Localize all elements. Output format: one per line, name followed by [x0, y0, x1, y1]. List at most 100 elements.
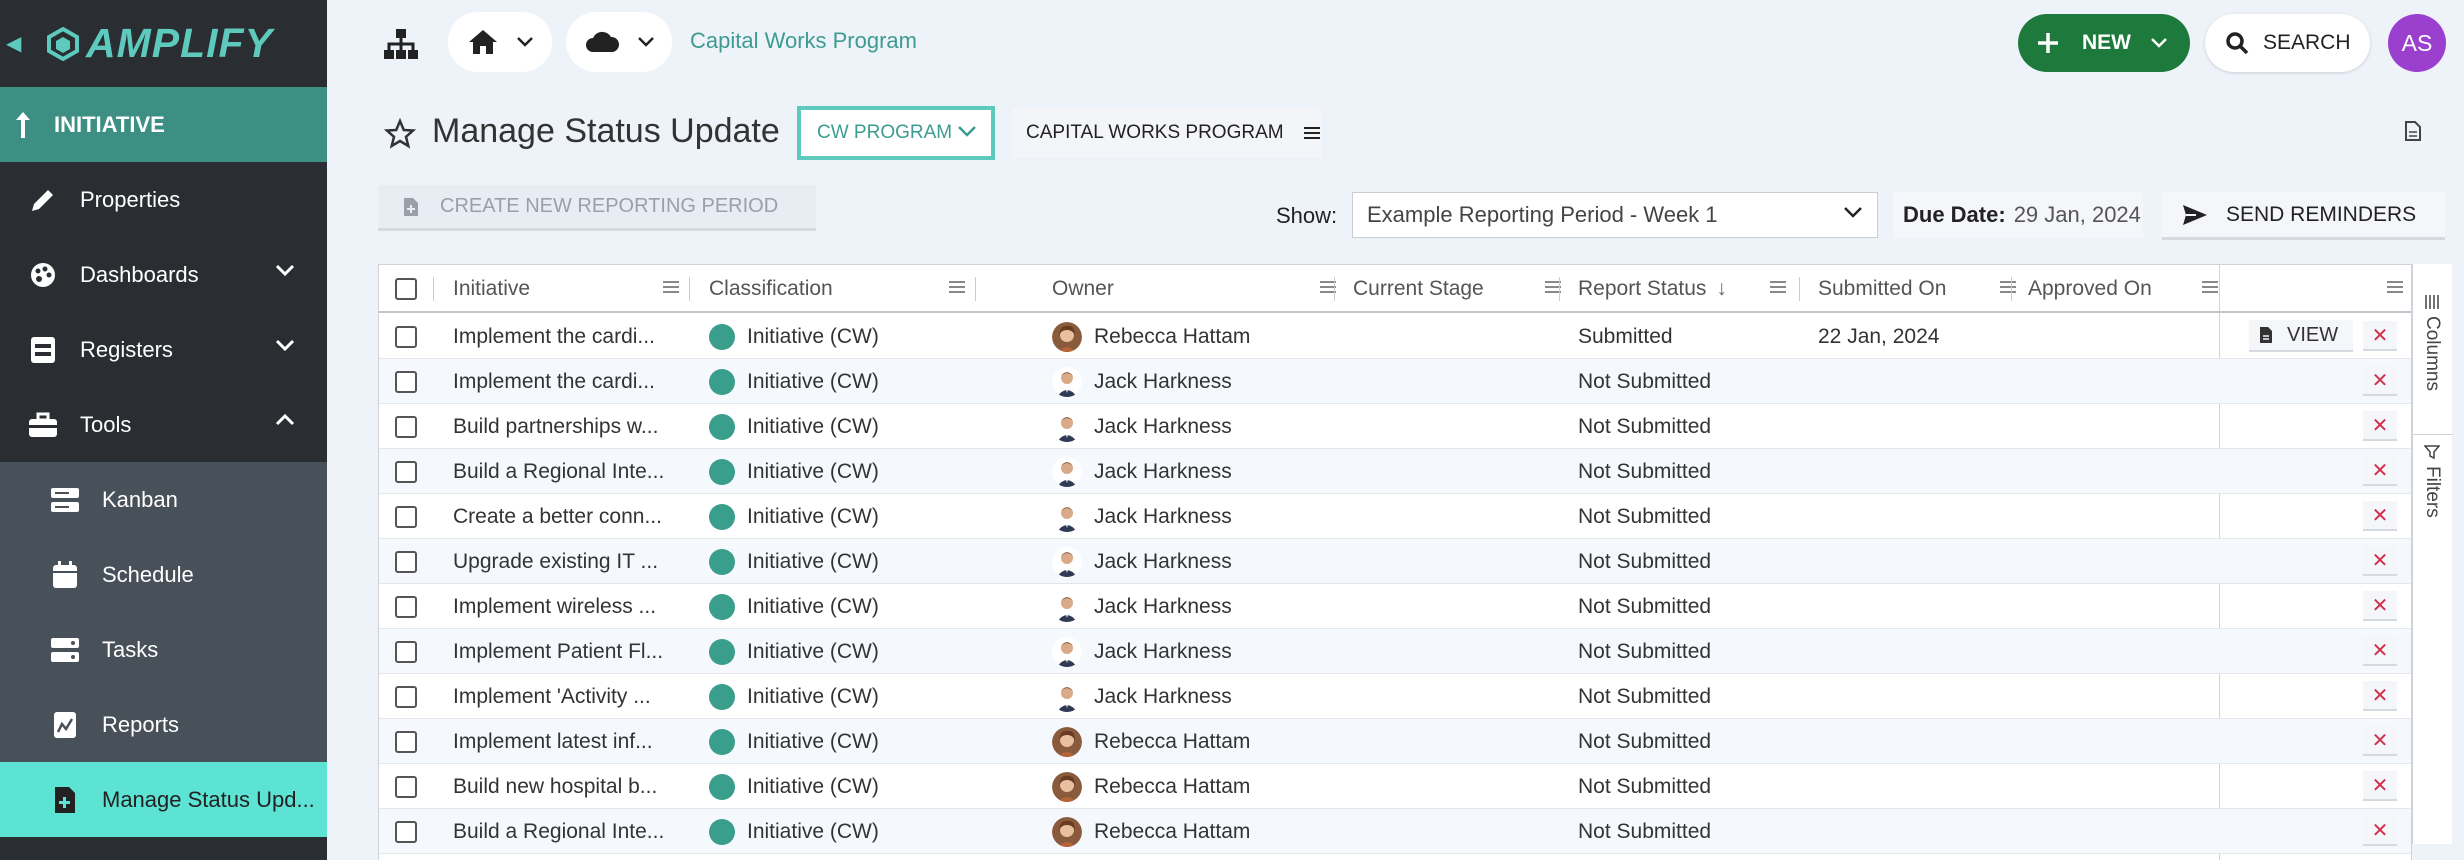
initiative-cell[interactable]: Create a better conn... [453, 494, 683, 539]
table-row[interactable]: Create a better conn... Initiative (CW) Ja… [379, 494, 2411, 539]
column-header-report-status[interactable]: Report Status ↓ [1578, 265, 1796, 313]
table-row[interactable]: Build new hospital b... Initiative (CW) Re… [379, 764, 2411, 809]
view-button[interactable]: VIEW [2249, 320, 2353, 352]
delete-row-button[interactable]: ✕ [2363, 636, 2397, 666]
collapse-sidebar-icon[interactable]: ◀ [6, 31, 46, 56]
table-row[interactable]: Build a Regional Inte... Initiative (CW) J… [379, 449, 2411, 494]
table-row[interactable]: Implement the cardi... Initiative (CW) Jac… [379, 359, 2411, 404]
row-checkbox[interactable] [395, 775, 417, 798]
columns-panel-tab[interactable]: Columns [2421, 294, 2443, 391]
row-checkbox[interactable] [395, 595, 417, 618]
initiative-cell[interactable]: Implement the cardi... [453, 359, 683, 404]
delete-row-button[interactable]: ✕ [2363, 546, 2397, 576]
delete-row-button[interactable]: ✕ [2363, 321, 2397, 351]
initiative-cell[interactable]: Implement Patient Fl... [453, 629, 683, 674]
initiative-cell[interactable]: Implement latest inf... [453, 719, 683, 764]
column-menu-icon[interactable] [663, 280, 679, 294]
sidebar-item-tools[interactable]: Tools [0, 387, 327, 462]
column-header-initiative[interactable]: Initiative [453, 265, 689, 313]
row-checkbox[interactable] [395, 685, 417, 708]
table-row[interactable]: Implement wireless ... Initiative (CW) Jac… [379, 584, 2411, 629]
initiative-cell[interactable]: Build a Regional Inte... [453, 809, 683, 854]
filters-panel-tab[interactable]: Filters [2421, 444, 2443, 518]
column-header-current-stage[interactable]: Current Stage [1353, 265, 1571, 313]
initiative-cell[interactable]: Build partnerships w... [453, 404, 683, 449]
sidebar-item-manage-status-update[interactable]: Manage Status Upd... [0, 762, 327, 837]
delete-row-button[interactable]: ✕ [2363, 681, 2397, 711]
sidebar-item-tasks[interactable]: Tasks [0, 612, 327, 687]
chevron-down-icon [275, 339, 295, 352]
table-row[interactable]: Build a Regional Inte... Initiative (CW) R… [379, 809, 2411, 854]
table-row[interactable]: Implement Patient Fl... Initiative (CW) Ja… [379, 629, 2411, 674]
new-button[interactable]: NEW [2018, 14, 2190, 72]
delete-row-button[interactable]: ✕ [2363, 726, 2397, 756]
column-header-classification[interactable]: Classification [709, 265, 975, 313]
column-header-owner[interactable]: Owner [1052, 265, 1346, 313]
row-select-cell [395, 494, 425, 539]
column-menu-icon[interactable] [1770, 280, 1786, 294]
column-header-submitted-on[interactable]: Submitted On [1818, 265, 2026, 313]
column-menu-icon[interactable] [949, 280, 965, 294]
row-checkbox[interactable] [395, 820, 417, 843]
breadcrumb[interactable]: Capital Works Program [690, 28, 917, 54]
grid-header: Initiative Classification Owner Current … [379, 265, 2411, 313]
columns-tab-label: Columns [2422, 316, 2443, 391]
table-row[interactable]: Upgrade existing IT ... Initiative (CW) Ja… [379, 539, 2411, 584]
row-checkbox[interactable] [395, 415, 417, 438]
select-all-checkbox[interactable] [395, 278, 417, 300]
row-checkbox[interactable] [395, 370, 417, 393]
delete-row-button[interactable]: ✕ [2363, 501, 2397, 531]
cloud-menu-button[interactable] [566, 12, 672, 72]
column-menu-icon[interactable] [2000, 280, 2016, 294]
home-menu-button[interactable] [448, 12, 552, 72]
sidebar-item-reports[interactable]: Reports [0, 687, 327, 762]
column-header-actions[interactable] [2219, 265, 2413, 313]
sidebar-item-kanban[interactable]: Kanban [0, 462, 327, 537]
favorite-star-icon[interactable] [384, 118, 416, 150]
program-select[interactable]: CW PROGRAM [797, 106, 995, 160]
register-icon [26, 333, 60, 367]
delete-row-button[interactable]: ✕ [2363, 771, 2397, 801]
delete-row-button[interactable]: ✕ [2363, 591, 2397, 621]
delete-row-button[interactable]: ✕ [2363, 456, 2397, 486]
initiative-cell[interactable]: Implement wireless ... [453, 584, 683, 629]
submitted-on-cell [1818, 404, 2018, 449]
sidebar-item-dashboards[interactable]: Dashboards [0, 237, 327, 312]
table-row[interactable]: Implement 'Activity ... Initiative (CW) Ja… [379, 674, 2411, 719]
document-export-icon[interactable] [2404, 120, 2422, 142]
row-checkbox[interactable] [395, 505, 417, 528]
sidebar-item-properties[interactable]: Properties [0, 162, 327, 237]
sidebar-item-schedule[interactable]: Schedule [0, 537, 327, 612]
send-reminders-button[interactable]: SEND REMINDERS [2162, 192, 2445, 240]
column-menu-icon[interactable] [2387, 280, 2403, 294]
table-row[interactable]: Implement the cardi... Initiative (CW) Reb… [379, 314, 2411, 359]
send-icon [2183, 204, 2207, 225]
initiative-cell[interactable]: Upgrade existing IT ... [453, 539, 683, 584]
org-chart-button[interactable] [380, 24, 422, 64]
initiative-cell[interactable]: Implement 'Activity ... [453, 674, 683, 719]
table-row[interactable]: Implement latest inf... Initiative (CW) Re… [379, 719, 2411, 764]
delete-row-button[interactable]: ✕ [2363, 411, 2397, 441]
column-menu-icon[interactable] [2202, 280, 2218, 294]
approved-on-cell [2028, 629, 2218, 674]
row-checkbox[interactable] [395, 730, 417, 753]
initiative-cell[interactable]: Implement the cardi... [453, 314, 683, 359]
program-menu-button[interactable]: CAPITAL WORKS PROGRAM [1012, 108, 1322, 158]
sidebar-item-registers[interactable]: Registers [0, 312, 327, 387]
initiative-cell[interactable]: Build new hospital b... [453, 764, 683, 809]
delete-row-button[interactable]: ✕ [2363, 816, 2397, 846]
close-icon: ✕ [2371, 729, 2389, 752]
initiative-section[interactable]: INITIATIVE [0, 87, 327, 162]
search-button[interactable]: SEARCH [2205, 14, 2370, 72]
row-checkbox[interactable] [395, 460, 417, 483]
create-reporting-period-button[interactable]: CREATE NEW REPORTING PERIOD [378, 185, 816, 231]
row-checkbox[interactable] [395, 640, 417, 663]
column-header-approved-on[interactable]: Approved On [2028, 265, 2228, 313]
row-checkbox[interactable] [395, 550, 417, 573]
reporting-period-select[interactable]: Example Reporting Period - Week 1 [1352, 192, 1878, 238]
row-checkbox[interactable] [395, 325, 417, 348]
initiative-cell[interactable]: Build a Regional Inte... [453, 449, 683, 494]
delete-row-button[interactable]: ✕ [2363, 366, 2397, 396]
user-avatar[interactable]: AS [2388, 14, 2446, 72]
table-row[interactable]: Build partnerships w... Initiative (CW) Ja… [379, 404, 2411, 449]
